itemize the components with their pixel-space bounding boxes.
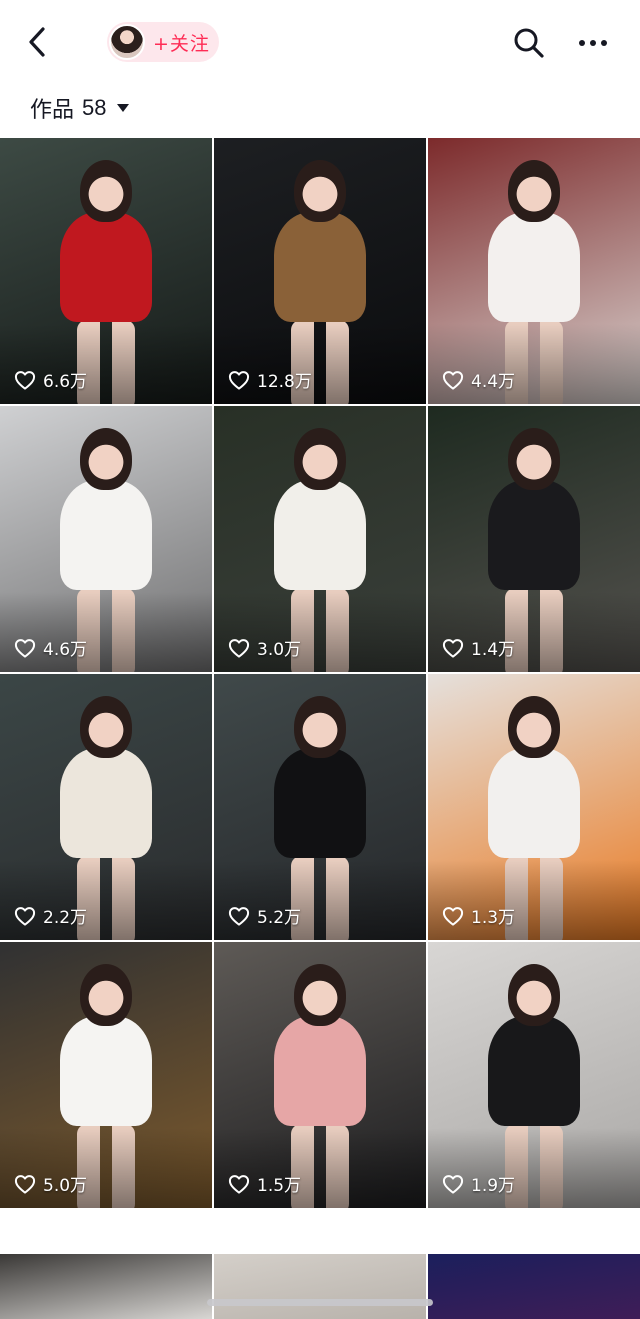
more-horizontal-icon	[579, 40, 585, 46]
like-count: 5.0万	[14, 1171, 87, 1196]
top-bar: +关注	[0, 0, 640, 84]
like-count-text: 3.0万	[257, 640, 302, 660]
video-thumbnail[interactable]	[0, 1254, 212, 1319]
like-count: 2.2万	[14, 903, 87, 928]
like-count: 6.6万	[14, 367, 87, 392]
like-count: 4.4万	[442, 367, 515, 392]
like-count: 5.2万	[228, 903, 301, 928]
heart-icon	[14, 906, 36, 926]
video-thumbnail[interactable]	[428, 1254, 640, 1319]
search-button[interactable]	[510, 24, 548, 62]
like-count: 1.5万	[228, 1171, 301, 1196]
heart-icon	[228, 370, 250, 390]
back-button[interactable]	[20, 24, 54, 60]
section-title: 作品	[30, 98, 75, 123]
heart-icon	[228, 1174, 250, 1194]
heart-icon	[442, 638, 464, 658]
caret-down-icon	[116, 104, 129, 112]
like-count-text: 1.9万	[471, 1176, 516, 1196]
like-count: 4.6万	[14, 635, 87, 660]
like-count: 1.9万	[442, 1171, 515, 1196]
like-count-text: 2.2万	[43, 908, 88, 928]
chevron-left-icon	[29, 27, 45, 57]
like-count-text: 12.8万	[257, 372, 312, 392]
more-dot	[601, 40, 607, 46]
video-thumbnail[interactable]: 2.2万	[0, 674, 212, 940]
heart-icon	[442, 1174, 464, 1194]
follow-label: +关注	[153, 32, 210, 55]
video-thumbnail[interactable]: 5.2万	[214, 674, 426, 940]
heart-icon	[442, 906, 464, 926]
like-count-text: 4.4万	[471, 372, 516, 392]
follow-button[interactable]: +关注	[107, 22, 219, 62]
like-count-text: 1.4万	[471, 640, 516, 660]
more-options-button[interactable]	[572, 24, 614, 62]
video-thumbnail[interactable]: 4.4万	[428, 138, 640, 404]
video-thumbnail[interactable]	[214, 1254, 426, 1319]
more-dot	[590, 40, 596, 46]
video-grid: 6.6万 12.8万 4.4万 4.6万 3.0万 1.4万 2.2万 5.2万 1.3万 5.0…	[0, 138, 640, 1208]
avatar[interactable]	[109, 24, 145, 60]
heart-icon	[228, 638, 250, 658]
video-grid-next-row	[0, 1254, 640, 1319]
like-count-text: 4.6万	[43, 640, 88, 660]
heart-icon	[228, 906, 250, 926]
scroll-indicator	[207, 1299, 433, 1306]
video-thumbnail[interactable]: 1.4万	[428, 406, 640, 672]
video-thumbnail[interactable]: 1.9万	[428, 942, 640, 1208]
like-count-text: 5.2万	[257, 908, 302, 928]
video-thumbnail[interactable]: 1.3万	[428, 674, 640, 940]
like-count-text: 5.0万	[43, 1176, 88, 1196]
heart-icon	[442, 370, 464, 390]
video-thumbnail[interactable]: 3.0万	[214, 406, 426, 672]
heart-icon	[14, 638, 36, 658]
works-filter[interactable]: 作品 58	[30, 90, 129, 126]
like-count: 1.4万	[442, 635, 515, 660]
search-icon	[514, 28, 544, 58]
heart-icon	[14, 370, 36, 390]
video-thumbnail[interactable]: 4.6万	[0, 406, 212, 672]
like-count: 12.8万	[228, 367, 312, 392]
video-thumbnail[interactable]: 5.0万	[0, 942, 212, 1208]
like-count-text: 6.6万	[43, 372, 88, 392]
like-count-text: 1.5万	[257, 1176, 302, 1196]
like-count: 3.0万	[228, 635, 301, 660]
section-count: 58	[82, 95, 107, 120]
heart-icon	[14, 1174, 36, 1194]
video-thumbnail[interactable]: 12.8万	[214, 138, 426, 404]
like-count-text: 1.3万	[471, 908, 516, 928]
like-count: 1.3万	[442, 903, 515, 928]
video-thumbnail[interactable]: 6.6万	[0, 138, 212, 404]
video-thumbnail[interactable]: 1.5万	[214, 942, 426, 1208]
